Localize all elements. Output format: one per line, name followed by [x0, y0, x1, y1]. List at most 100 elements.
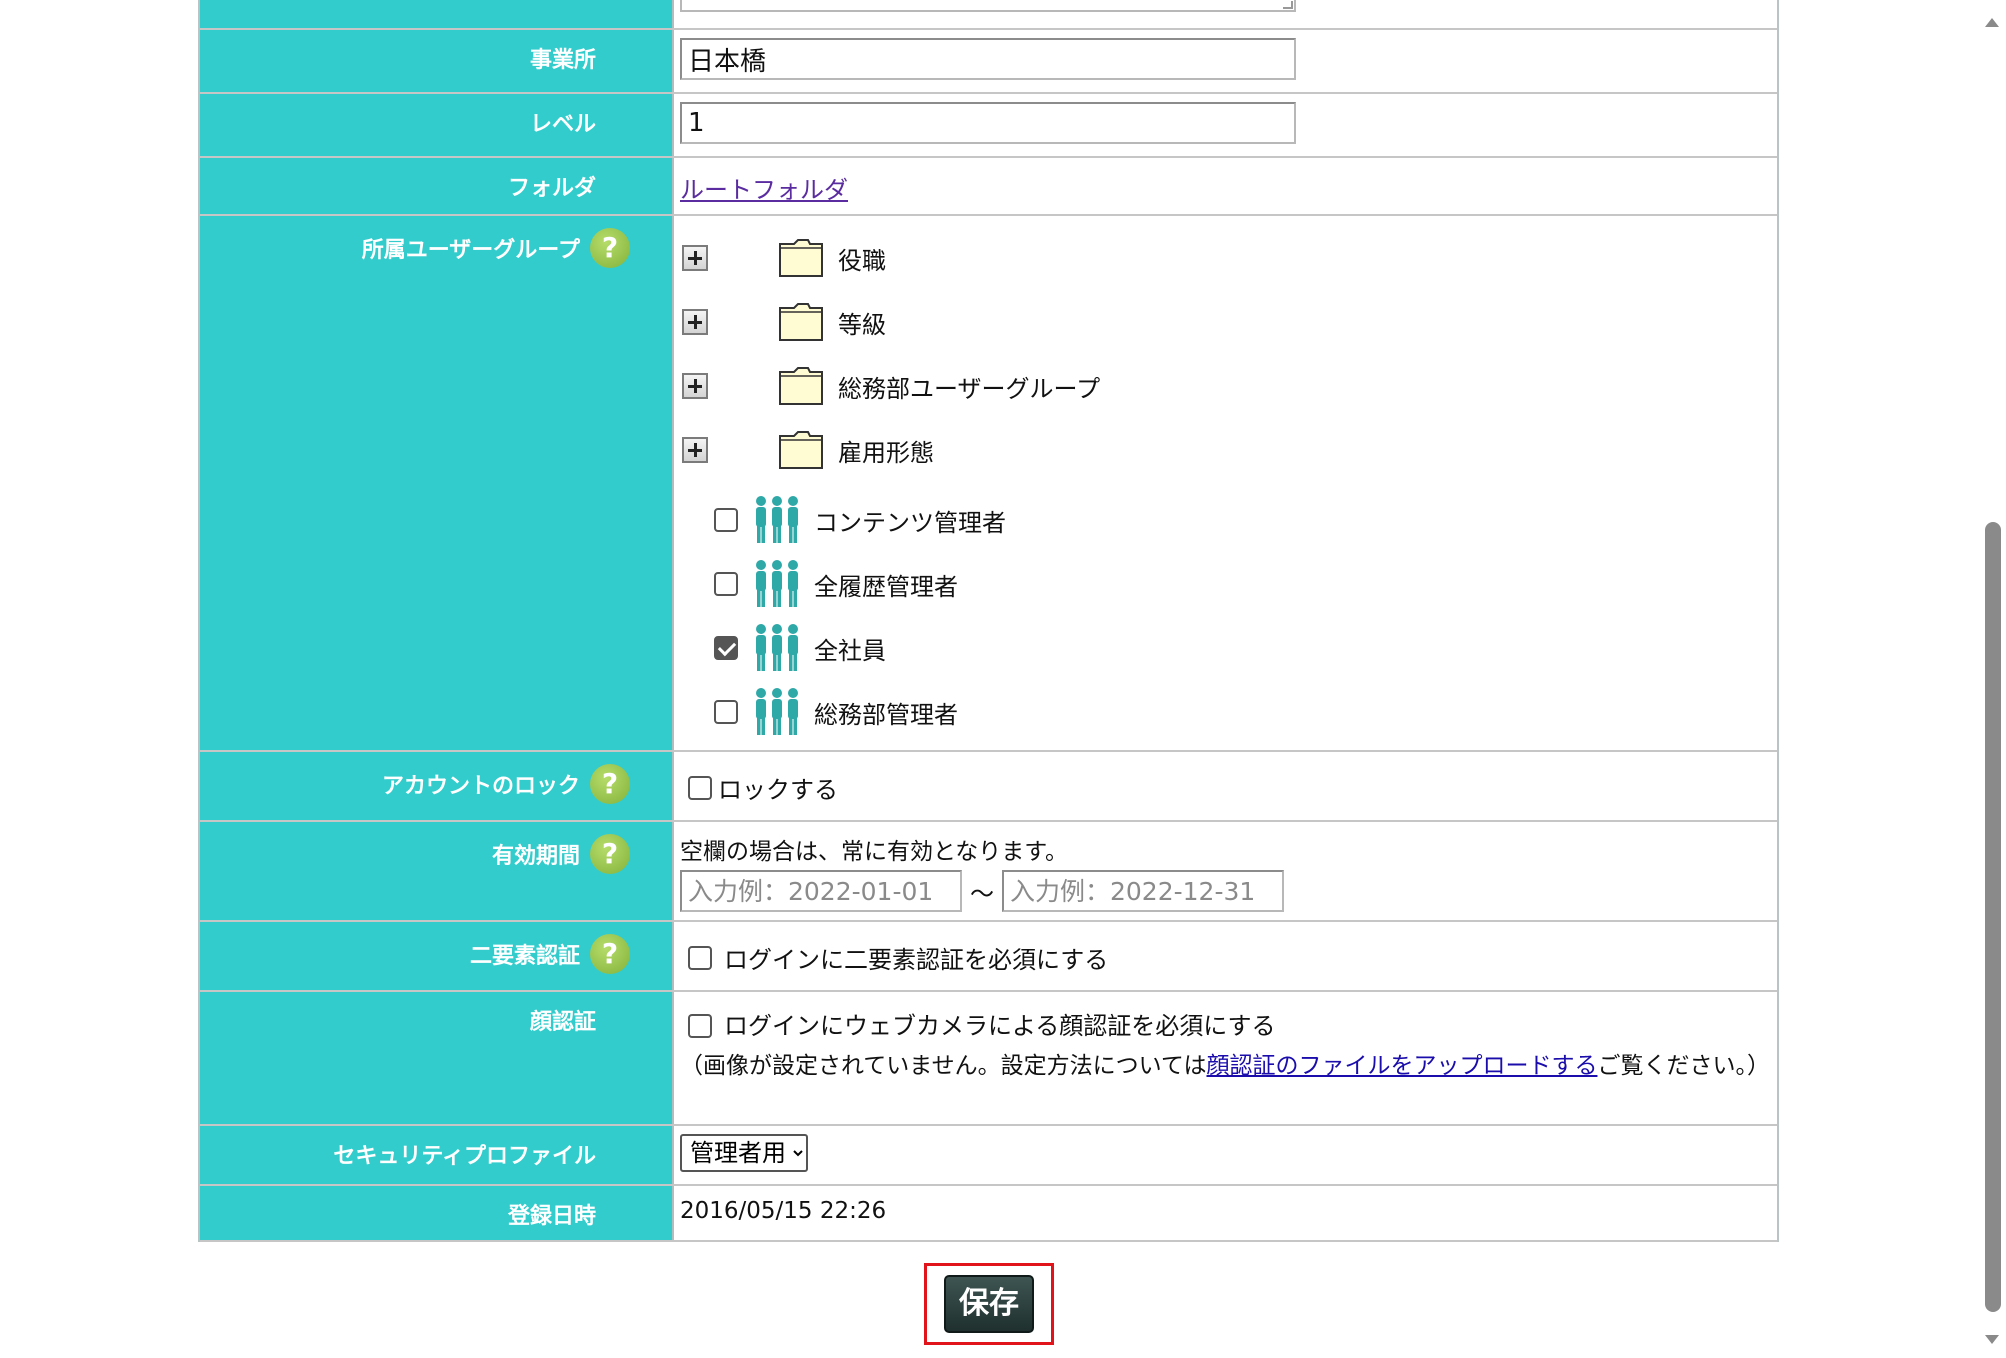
- save-button[interactable]: 保存: [944, 1275, 1034, 1333]
- security-profile-label-text: セキュリティプロファイル: [333, 1144, 596, 1169]
- validity-note: 空欄の場合は、常に有効となります。: [680, 839, 1069, 865]
- validity-from-input[interactable]: [680, 870, 962, 912]
- help-icon[interactable]: ?: [590, 764, 630, 804]
- remarks-cell: [674, 0, 1777, 28]
- tree-folder-item: 雇用形態: [680, 418, 1771, 482]
- validity-label: 有効期間 ?: [200, 822, 674, 920]
- user-group-icon: [756, 560, 798, 607]
- folder-icon: [779, 367, 823, 405]
- expand-plus-icon[interactable]: [682, 373, 708, 399]
- user-group-icon: [756, 624, 798, 671]
- two-factor-label-text: 二要素認証: [469, 944, 580, 969]
- validity-label-text: 有効期間: [491, 844, 580, 869]
- group-checkbox[interactable]: [714, 700, 738, 724]
- two-factor-cell: ログインに二要素認証を必須にする: [674, 922, 1777, 990]
- root-folder-link[interactable]: ルートフォルダ: [680, 176, 848, 204]
- row-folder: フォルダ ルートフォルダ: [200, 158, 1777, 216]
- save-button-highlight: 保存: [924, 1263, 1054, 1345]
- group-item: コンテンツ管理者: [680, 488, 1771, 552]
- help-icon[interactable]: ?: [590, 834, 630, 874]
- group-label: コンテンツ管理者: [814, 508, 1006, 537]
- validity-to-input[interactable]: [1002, 870, 1284, 912]
- folder-label: フォルダ: [200, 158, 674, 214]
- remarks-textarea[interactable]: [680, 0, 1296, 12]
- face-auth-checkbox-label[interactable]: ログインにウェブカメラによる顔認証を必須にする: [724, 1008, 1276, 1044]
- vertical-scrollbar[interactable]: [1978, 0, 2006, 1358]
- user-edit-form: 事業所 レベル フォルダ ルートフォルダ: [198, 0, 1779, 1242]
- row-office: 事業所: [200, 30, 1777, 94]
- office-label: 事業所: [200, 30, 674, 92]
- group-label: 全履歴管理者: [814, 572, 958, 601]
- scroll-up-arrow-icon[interactable]: [1985, 18, 1999, 27]
- two-factor-checkbox-label[interactable]: ログインに二要素認証を必須にする: [724, 940, 1108, 975]
- help-icon[interactable]: ?: [590, 934, 630, 974]
- security-profile-select[interactable]: 管理者用: [680, 1134, 808, 1172]
- account-lock-label-text: アカウントのロック: [381, 774, 580, 799]
- row-remarks: [200, 0, 1777, 30]
- expand-plus-icon[interactable]: [682, 309, 708, 335]
- tree-folder-label[interactable]: 等級: [838, 305, 886, 340]
- validity-cell: 空欄の場合は、常に有効となります。 ～: [674, 822, 1777, 920]
- group-item: 総務部管理者: [680, 680, 1771, 744]
- row-account-lock: アカウントのロック ? ロックする: [200, 752, 1777, 822]
- folder-icon: [779, 239, 823, 277]
- face-auth-note: （画像が設定されていません。設定方法については顔認証のファイルをアップロードする…: [680, 1048, 1771, 1084]
- level-label: レベル: [200, 94, 674, 156]
- two-factor-label: 二要素認証 ?: [200, 922, 674, 990]
- expand-plus-icon[interactable]: [682, 437, 708, 463]
- row-validity: 有効期間 ? 空欄の場合は、常に有効となります。 ～: [200, 822, 1777, 922]
- security-profile-cell: 管理者用: [674, 1126, 1777, 1184]
- folder-icon: [779, 303, 823, 341]
- tree-folder-label[interactable]: 雇用形態: [838, 433, 934, 468]
- face-auth-label: 顔認証: [200, 992, 674, 1124]
- folder-cell: ルートフォルダ: [674, 158, 1777, 214]
- row-two-factor: 二要素認証 ? ログインに二要素認証を必須にする: [200, 922, 1777, 992]
- row-registered: 登録日時 2016/05/15 22:26: [200, 1186, 1777, 1242]
- tree-folder-item: 総務部ユーザーグループ: [680, 354, 1771, 418]
- two-factor-checkbox[interactable]: [688, 945, 712, 970]
- page: 事業所 レベル フォルダ ルートフォルダ: [0, 0, 2006, 1358]
- face-auth-label-text: 顔認証: [529, 1010, 596, 1035]
- group-label: 全社員: [814, 636, 886, 665]
- scroll-down-arrow-icon[interactable]: [1985, 1335, 1999, 1344]
- user-groups-label-text: 所属ユーザーグループ: [361, 238, 580, 263]
- folder-icon: [779, 431, 823, 469]
- resize-handle-icon[interactable]: [1283, 1, 1293, 9]
- lock-checkbox[interactable]: [688, 775, 712, 800]
- user-group-icon: [756, 496, 798, 543]
- tree-folder-label[interactable]: 総務部ユーザーグループ: [838, 369, 1100, 404]
- group-label: 総務部管理者: [814, 700, 958, 729]
- tree-folder-label[interactable]: 役職: [838, 241, 886, 276]
- group-checkbox[interactable]: [714, 572, 738, 596]
- face-auth-checkbox[interactable]: [688, 1014, 712, 1038]
- folder-label-text: フォルダ: [507, 176, 596, 201]
- office-label-text: 事業所: [529, 48, 596, 73]
- registered-label: 登録日時: [200, 1186, 674, 1240]
- scrollbar-thumb[interactable]: [1985, 522, 2001, 1312]
- help-icon[interactable]: ?: [590, 228, 630, 268]
- group-item: 全社員: [680, 616, 1771, 680]
- level-cell: [674, 94, 1777, 156]
- group-checkbox[interactable]: [714, 508, 738, 532]
- registered-label-text: 登録日時: [507, 1204, 596, 1229]
- user-groups-tree: 役職 等級 総務部ユーザーグループ 雇用形態 コンテンツ管理者 全履歴管理者 全…: [674, 216, 1777, 750]
- lock-checkbox-label[interactable]: ロックする: [718, 770, 838, 805]
- face-upload-link[interactable]: 顔認証のファイルをアップロードする: [1206, 1053, 1597, 1079]
- row-level: レベル: [200, 94, 1777, 158]
- account-lock-cell: ロックする: [674, 752, 1777, 820]
- registered-value: 2016/05/15 22:26: [680, 1198, 887, 1224]
- group-checkbox-checked[interactable]: [714, 636, 738, 660]
- face-auth-cell: ログインにウェブカメラによる顔認証を必須にする （画像が設定されていません。設定…: [674, 992, 1777, 1124]
- row-security-profile: セキュリティプロファイル 管理者用: [200, 1126, 1777, 1186]
- face-auth-note-suffix: ご覧ください。）: [1597, 1053, 1770, 1079]
- remarks-label-cell: [200, 0, 674, 28]
- level-input[interactable]: [680, 102, 1296, 144]
- account-lock-label: アカウントのロック ?: [200, 752, 674, 820]
- registered-cell: 2016/05/15 22:26: [674, 1186, 1777, 1240]
- expand-plus-icon[interactable]: [682, 245, 708, 271]
- face-auth-note-prefix: （画像が設定されていません。設定方法については: [680, 1053, 1207, 1079]
- tree-folder-item: 等級: [680, 290, 1771, 354]
- user-groups-label: 所属ユーザーグループ ?: [200, 216, 674, 750]
- office-input[interactable]: [680, 38, 1296, 80]
- row-face-auth: 顔認証 ログインにウェブカメラによる顔認証を必須にする （画像が設定されていませ…: [200, 992, 1777, 1126]
